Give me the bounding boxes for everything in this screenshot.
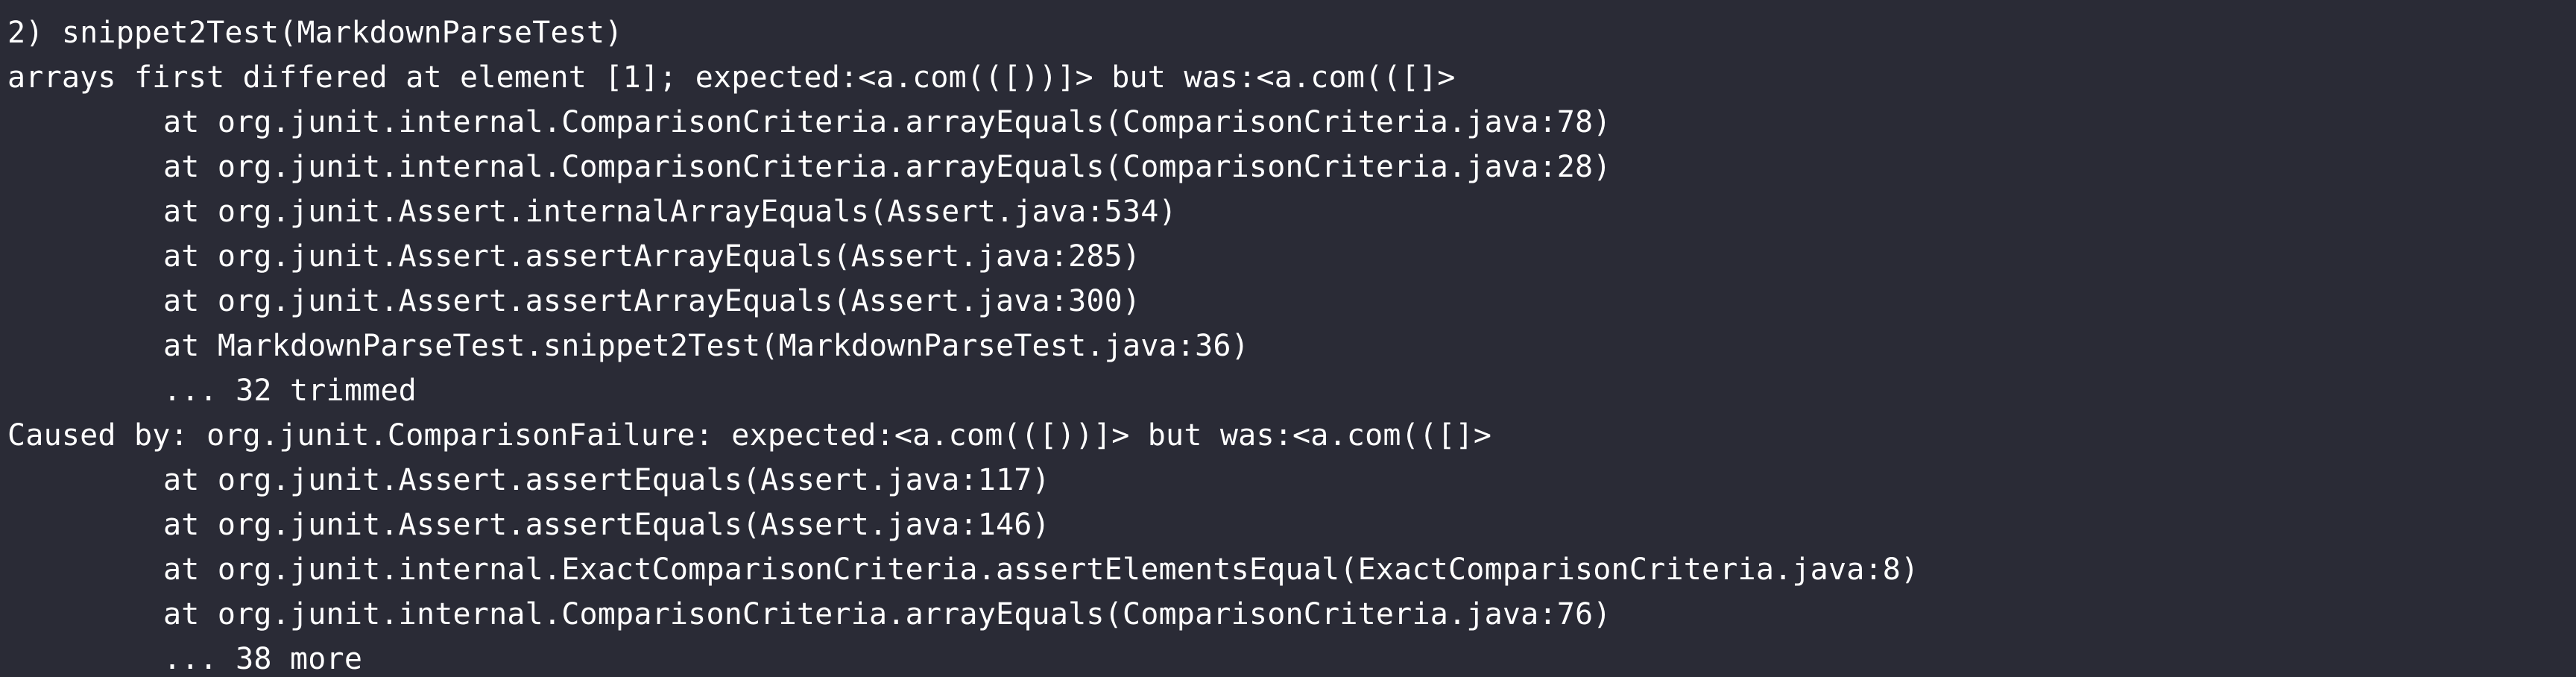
stack-frame: at org.junit.Assert.assertEquals(Assert.… (163, 508, 1050, 542)
more-frames-note: ... 38 more (163, 642, 363, 676)
caused-by-message: Caused by: org.junit.ComparisonFailure: … (7, 418, 1492, 453)
terminal-output[interactable]: 2) snippet2Test(MarkdownParseTest) array… (0, 0, 2576, 677)
stack-frame: at org.junit.Assert.assertEquals(Assert.… (163, 463, 1050, 497)
stack-frame: at org.junit.Assert.assertArrayEquals(As… (163, 239, 1141, 274)
stack-frame: at org.junit.internal.ExactComparisonCri… (163, 552, 1919, 587)
stack-frame: at org.junit.Assert.internalArrayEquals(… (163, 195, 1177, 229)
stack-frame: at org.junit.internal.ComparisonCriteria… (163, 150, 1611, 184)
assertion-error-message: arrays first differed at element [1]; ex… (7, 60, 1456, 95)
stack-frame: at org.junit.internal.ComparisonCriteria… (163, 105, 1611, 139)
stack-frame: at org.junit.Assert.assertArrayEquals(As… (163, 284, 1141, 318)
trimmed-frames-note: ... 32 trimmed (163, 374, 417, 408)
stack-frame: at org.junit.internal.ComparisonCriteria… (163, 597, 1611, 632)
stack-frame: at MarkdownParseTest.snippet2Test(Markdo… (163, 329, 1249, 363)
test-failure-header: 2) snippet2Test(MarkdownParseTest) (7, 16, 623, 50)
